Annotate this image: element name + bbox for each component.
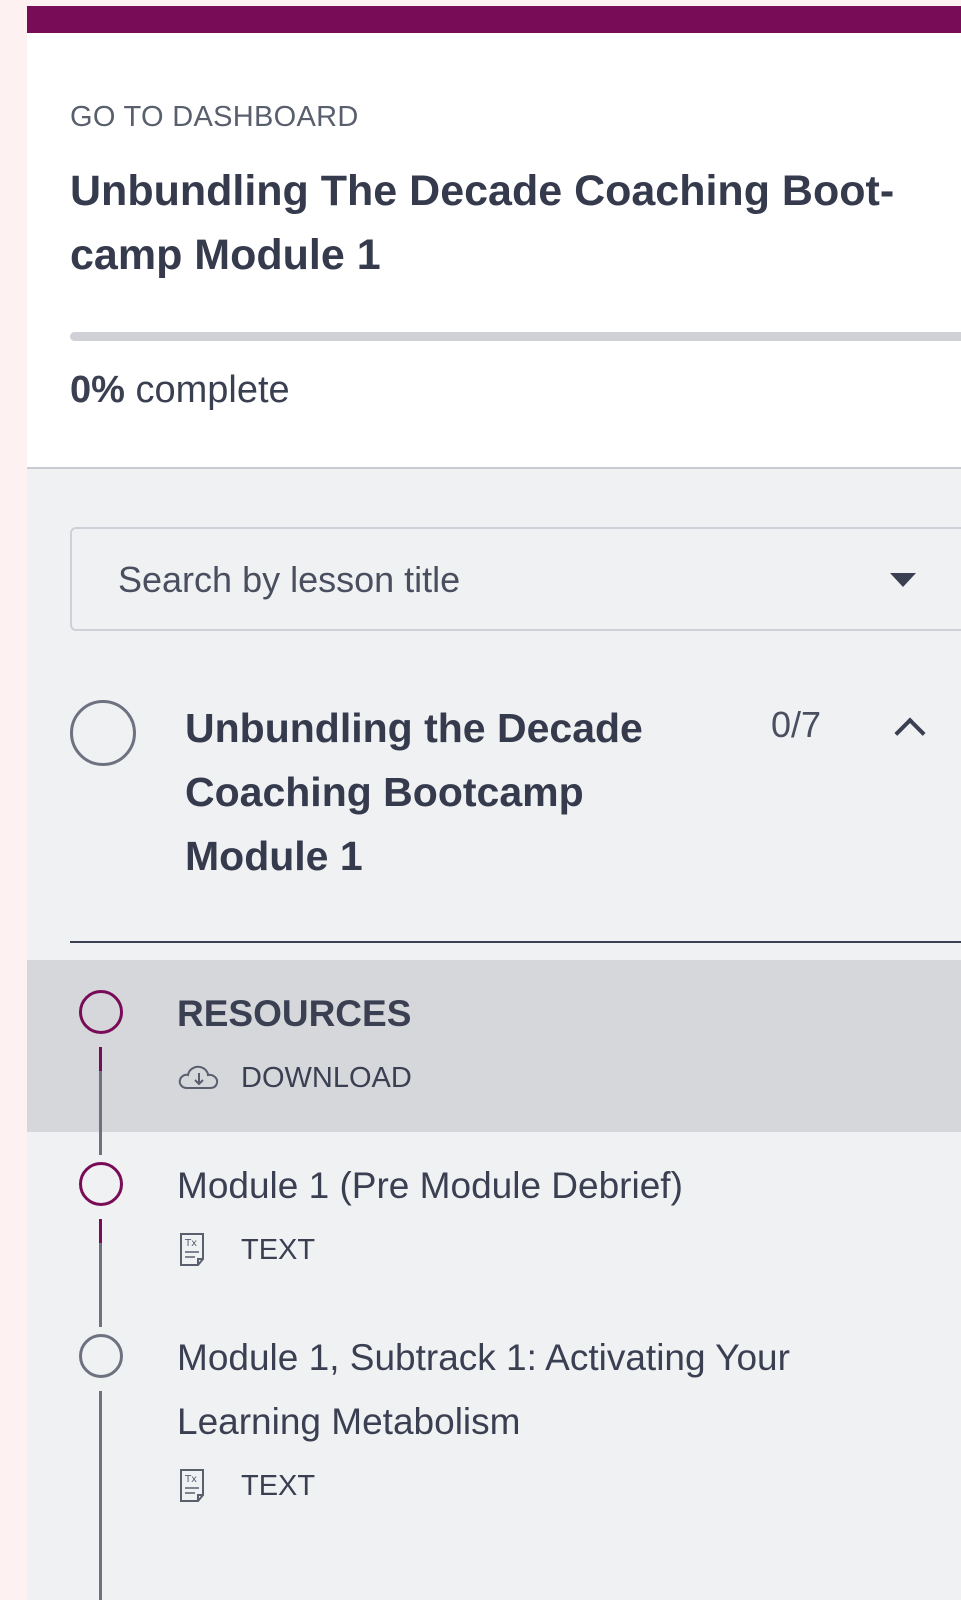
lesson-title: Module 1, Subtrack 1: Activating Your Le… — [177, 1337, 790, 1442]
lesson-status-circle-icon — [79, 1334, 123, 1378]
course-sidebar: GO TO DASHBOARD Unbundling The Decade Co… — [27, 6, 961, 1600]
progress-suffix: complete — [124, 369, 290, 411]
cloud-download-icon — [177, 1061, 221, 1095]
lesson-title: RESOURCES — [177, 993, 412, 1034]
text-document-icon: Tx — [177, 1469, 221, 1503]
search-input[interactable] — [116, 529, 880, 631]
timeline-connector — [99, 1391, 102, 1600]
course-header: GO TO DASHBOARD Unbundling The Decade Co… — [27, 33, 961, 469]
caret-down-icon[interactable] — [890, 573, 916, 587]
svg-text:Tx: Tx — [184, 1474, 197, 1485]
timeline-connector — [99, 1047, 102, 1071]
go-to-dashboard-link[interactable]: GO TO DASHBOARD — [70, 101, 359, 134]
progress-text: 0% complete — [70, 369, 290, 412]
section-lesson-count: 0/7 — [771, 704, 822, 745]
text-document-icon: Tx — [177, 1233, 221, 1267]
lesson-title: Module 1 (Pre Module Debrief) — [177, 1165, 683, 1206]
lesson-type-label: DOWNLOAD — [241, 1061, 412, 1094]
progress-bar — [70, 332, 961, 341]
lesson-search[interactable] — [70, 527, 961, 631]
lesson-status-circle-icon — [79, 1162, 123, 1206]
lesson-type-label: TEXT — [241, 1233, 316, 1266]
lesson-item-resources[interactable]: RESOURCES DOWNLOAD — [27, 960, 961, 1132]
lesson-item-module-1-subtrack-1[interactable]: Module 1, Subtrack 1: Activating Your Le… — [27, 1304, 961, 1600]
progress-percent: 0% — [70, 369, 125, 411]
lesson-type: Tx TEXT — [177, 1469, 315, 1503]
section-divider — [70, 941, 961, 943]
lesson-type: DOWNLOAD — [177, 1061, 412, 1095]
section-header[interactable]: Unbundling the Decade Coaching Bootcamp … — [27, 696, 961, 946]
lesson-type-label: TEXT — [241, 1469, 316, 1502]
lesson-item-module-1-pre-module-debrief[interactable]: Module 1 (Pre Module Debrief) Tx TEXT — [27, 1132, 961, 1304]
lesson-status-circle-icon — [79, 990, 123, 1034]
section-status-circle-icon — [70, 700, 136, 766]
section-title: Unbundling the Decade Coaching Bootcamp … — [185, 705, 643, 879]
course-title: Unbundling The Decade Coaching Boot-camp… — [70, 167, 895, 279]
chevron-up-icon[interactable] — [894, 717, 926, 749]
lesson-type: Tx TEXT — [177, 1233, 315, 1267]
timeline-connector — [99, 1219, 102, 1243]
svg-text:Tx: Tx — [184, 1238, 197, 1249]
brand-bar — [27, 6, 961, 33]
